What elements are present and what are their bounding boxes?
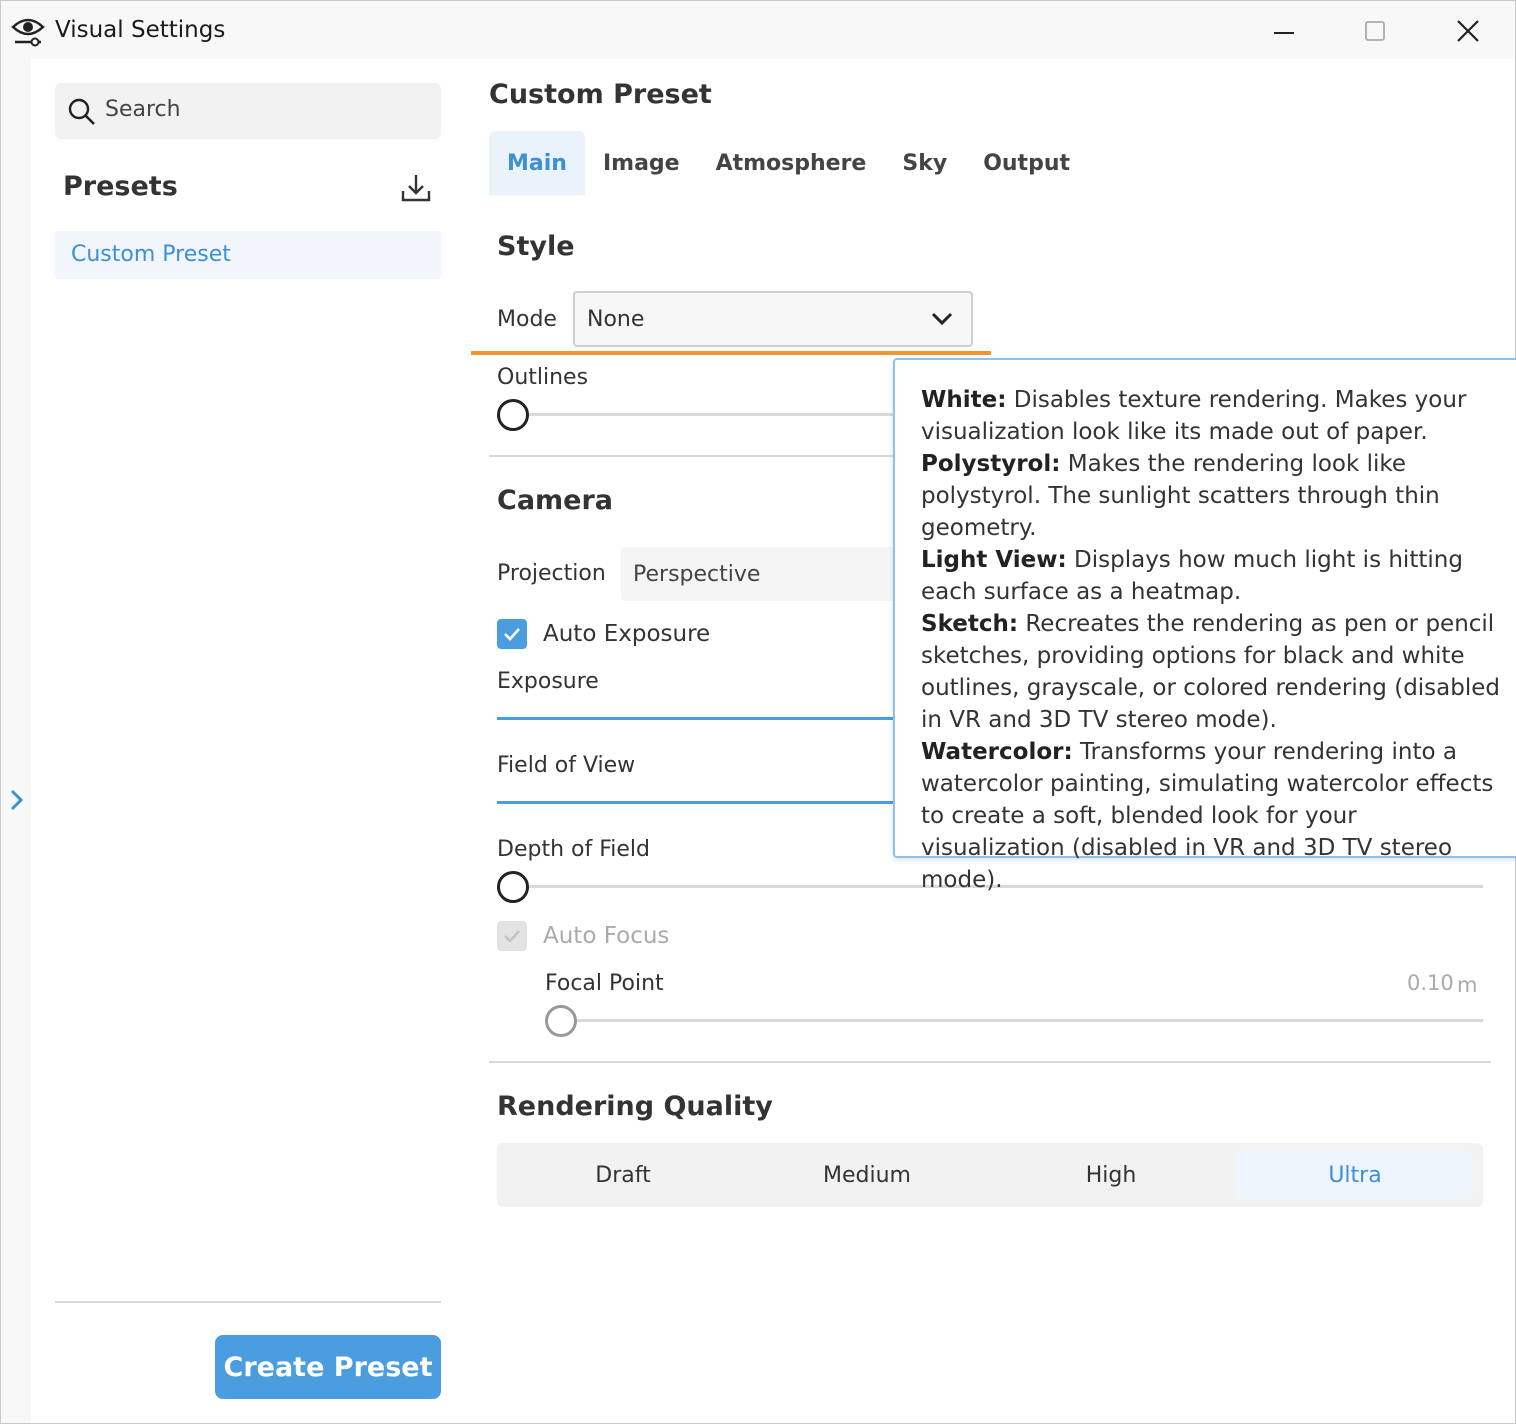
exposure-slider-fill[interactable] xyxy=(497,717,897,720)
focal-point-slider-handle[interactable] xyxy=(545,1005,577,1037)
focal-point-slider-track[interactable] xyxy=(561,1019,1483,1022)
mode-value: None xyxy=(587,307,645,332)
field-of-view-slider-fill[interactable] xyxy=(497,801,897,804)
close-icon xyxy=(1457,20,1479,42)
create-preset-button[interactable]: Create Preset xyxy=(215,1335,441,1399)
tooltip-term: Polystyrol: xyxy=(921,451,1061,477)
collapsed-panel-strip xyxy=(1,59,31,1423)
tab-bar: Main Image Atmosphere Sky Output xyxy=(489,131,1088,195)
outlines-slider-handle[interactable] xyxy=(497,399,529,431)
camera-heading: Camera xyxy=(497,485,614,516)
auto-exposure-label: Auto Exposure xyxy=(543,621,711,647)
quality-option-medium[interactable]: Medium xyxy=(749,1151,985,1199)
focal-point-value: 0.10 xyxy=(1407,971,1454,995)
page-title: Custom Preset xyxy=(489,79,712,110)
mode-focus-underline xyxy=(471,351,991,355)
rendering-quality-heading: Rendering Quality xyxy=(497,1091,773,1122)
maximize-button[interactable] xyxy=(1345,9,1405,53)
tab-image[interactable]: Image xyxy=(585,131,698,195)
rendering-quality-selector: Draft Medium High Ultra xyxy=(497,1143,1483,1207)
auto-focus-checkbox[interactable] xyxy=(497,921,527,951)
tooltip-entry-watercolor: Watercolor: Transforms your rendering in… xyxy=(921,736,1507,896)
tooltip-entry-white: White: Disables texture rendering. Makes… xyxy=(921,384,1507,448)
search-placeholder: Search xyxy=(105,97,181,122)
window-title: Visual Settings xyxy=(55,17,226,43)
quality-option-draft[interactable]: Draft xyxy=(505,1151,741,1199)
chevron-right-icon[interactable] xyxy=(5,787,27,813)
tooltip-term: Sketch: xyxy=(921,611,1019,637)
tab-main[interactable]: Main xyxy=(489,131,585,195)
tooltip-entry-sketch: Sketch: Recreates the rendering as pen o… xyxy=(921,608,1507,736)
tooltip-entry-polystyrol: Polystyrol: Makes the rendering look lik… xyxy=(921,448,1507,544)
tooltip-entry-light-view: Light View: Displays how much light is h… xyxy=(921,544,1507,608)
tab-output[interactable]: Output xyxy=(965,131,1088,195)
mode-select[interactable]: None xyxy=(573,291,973,347)
search-input[interactable]: Search xyxy=(55,83,441,139)
checkmark-icon xyxy=(504,628,520,641)
preset-item-custom-preset[interactable]: Custom Preset xyxy=(55,231,441,279)
focal-point-unit: m xyxy=(1457,973,1478,997)
projection-label: Projection xyxy=(497,561,606,586)
depth-of-field-slider-handle[interactable] xyxy=(497,871,529,903)
eye-icon xyxy=(11,18,45,47)
mode-label: Mode xyxy=(497,307,557,332)
auto-exposure-checkbox[interactable] xyxy=(497,619,527,649)
maximize-icon xyxy=(1365,21,1385,41)
minimize-button[interactable] xyxy=(1254,9,1314,53)
search-icon xyxy=(68,98,95,125)
tooltip-term: Light View: xyxy=(921,547,1067,573)
preset-item-label: Custom Preset xyxy=(71,242,231,267)
outlines-label: Outlines xyxy=(497,365,589,390)
tab-atmosphere[interactable]: Atmosphere xyxy=(698,131,885,195)
quality-option-high[interactable]: High xyxy=(993,1151,1229,1199)
presets-sidebar: Search Presets Custom Preset Create Pres… xyxy=(31,59,471,1423)
visual-settings-window: Visual Settings Search Presets Custom Pr… xyxy=(0,0,1516,1424)
tooltip-term: Watercolor: xyxy=(921,739,1073,765)
projection-value: Perspective xyxy=(633,562,761,587)
chevron-down-icon xyxy=(931,312,953,326)
close-button[interactable] xyxy=(1438,9,1498,53)
title-bar: Visual Settings xyxy=(1,1,1515,59)
depth-of-field-label: Depth of Field xyxy=(497,837,650,862)
exposure-label: Exposure xyxy=(497,669,599,694)
field-of-view-label: Field of View xyxy=(497,753,636,778)
mode-tooltip: White: Disables texture rendering. Makes… xyxy=(893,358,1516,893)
download-icon[interactable] xyxy=(399,171,433,205)
focal-point-label: Focal Point xyxy=(545,971,664,996)
projection-select[interactable]: Perspective xyxy=(621,547,921,601)
sidebar-divider xyxy=(55,1301,441,1303)
tooltip-term: White: xyxy=(921,387,1007,413)
presets-heading: Presets xyxy=(63,171,178,202)
camera-divider xyxy=(489,1061,1491,1063)
checkmark-icon xyxy=(504,930,520,943)
style-heading: Style xyxy=(497,231,575,262)
auto-focus-label: Auto Focus xyxy=(543,923,670,949)
tab-sky[interactable]: Sky xyxy=(884,131,965,195)
quality-option-ultra[interactable]: Ultra xyxy=(1237,1151,1473,1199)
minimize-icon xyxy=(1274,32,1294,34)
